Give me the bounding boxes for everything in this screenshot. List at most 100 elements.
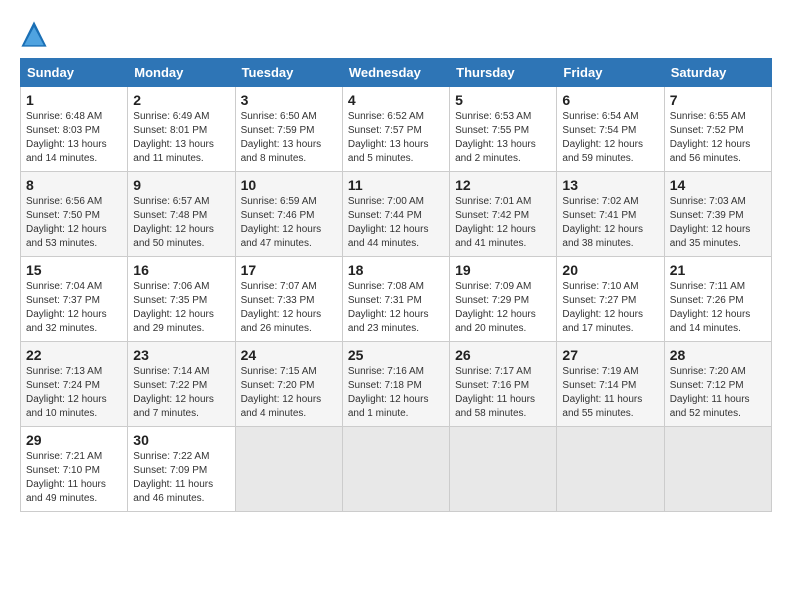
day-number: 20 <box>562 262 658 278</box>
calendar-day-cell: 2 Sunrise: 6:49 AM Sunset: 8:01 PM Dayli… <box>128 87 235 172</box>
weekday-header: Monday <box>128 59 235 87</box>
calendar-day-cell <box>235 427 342 512</box>
day-info: Sunrise: 6:59 AM Sunset: 7:46 PM Dayligh… <box>241 195 337 251</box>
day-info: Sunrise: 7:17 AM Sunset: 7:16 PM Dayligh… <box>455 365 551 421</box>
day-info: Sunrise: 6:50 AM Sunset: 7:59 PM Dayligh… <box>241 110 337 166</box>
calendar-day-cell: 21 Sunrise: 7:11 AM Sunset: 7:26 PM Dayl… <box>664 257 771 342</box>
day-number: 6 <box>562 92 658 108</box>
calendar-day-cell: 12 Sunrise: 7:01 AM Sunset: 7:42 PM Dayl… <box>450 172 557 257</box>
day-info: Sunrise: 7:08 AM Sunset: 7:31 PM Dayligh… <box>348 280 444 336</box>
calendar-week-row: 29 Sunrise: 7:21 AM Sunset: 7:10 PM Dayl… <box>21 427 772 512</box>
day-number: 13 <box>562 177 658 193</box>
day-number: 25 <box>348 347 444 363</box>
day-number: 19 <box>455 262 551 278</box>
day-info: Sunrise: 7:16 AM Sunset: 7:18 PM Dayligh… <box>348 365 444 421</box>
day-number: 5 <box>455 92 551 108</box>
day-number: 8 <box>26 177 122 193</box>
day-info: Sunrise: 7:03 AM Sunset: 7:39 PM Dayligh… <box>670 195 766 251</box>
calendar-day-cell <box>450 427 557 512</box>
calendar-week-row: 22 Sunrise: 7:13 AM Sunset: 7:24 PM Dayl… <box>21 342 772 427</box>
day-number: 17 <box>241 262 337 278</box>
calendar-day-cell: 25 Sunrise: 7:16 AM Sunset: 7:18 PM Dayl… <box>342 342 449 427</box>
day-number: 26 <box>455 347 551 363</box>
day-number: 21 <box>670 262 766 278</box>
day-info: Sunrise: 7:07 AM Sunset: 7:33 PM Dayligh… <box>241 280 337 336</box>
day-info: Sunrise: 7:00 AM Sunset: 7:44 PM Dayligh… <box>348 195 444 251</box>
weekday-header: Thursday <box>450 59 557 87</box>
calendar-day-cell: 10 Sunrise: 6:59 AM Sunset: 7:46 PM Dayl… <box>235 172 342 257</box>
calendar-day-cell: 28 Sunrise: 7:20 AM Sunset: 7:12 PM Dayl… <box>664 342 771 427</box>
calendar-day-cell: 3 Sunrise: 6:50 AM Sunset: 7:59 PM Dayli… <box>235 87 342 172</box>
calendar-day-cell: 8 Sunrise: 6:56 AM Sunset: 7:50 PM Dayli… <box>21 172 128 257</box>
day-number: 30 <box>133 432 229 448</box>
day-number: 9 <box>133 177 229 193</box>
calendar-day-cell: 9 Sunrise: 6:57 AM Sunset: 7:48 PM Dayli… <box>128 172 235 257</box>
day-number: 18 <box>348 262 444 278</box>
day-info: Sunrise: 6:53 AM Sunset: 7:55 PM Dayligh… <box>455 110 551 166</box>
day-info: Sunrise: 7:21 AM Sunset: 7:10 PM Dayligh… <box>26 450 122 506</box>
weekday-header: Friday <box>557 59 664 87</box>
calendar-day-cell <box>342 427 449 512</box>
day-number: 24 <box>241 347 337 363</box>
calendar-day-cell: 6 Sunrise: 6:54 AM Sunset: 7:54 PM Dayli… <box>557 87 664 172</box>
calendar-day-cell: 29 Sunrise: 7:21 AM Sunset: 7:10 PM Dayl… <box>21 427 128 512</box>
calendar-week-row: 8 Sunrise: 6:56 AM Sunset: 7:50 PM Dayli… <box>21 172 772 257</box>
calendar-day-cell <box>557 427 664 512</box>
day-info: Sunrise: 7:02 AM Sunset: 7:41 PM Dayligh… <box>562 195 658 251</box>
calendar-day-cell: 1 Sunrise: 6:48 AM Sunset: 8:03 PM Dayli… <box>21 87 128 172</box>
day-number: 16 <box>133 262 229 278</box>
day-number: 4 <box>348 92 444 108</box>
calendar-day-cell: 7 Sunrise: 6:55 AM Sunset: 7:52 PM Dayli… <box>664 87 771 172</box>
day-number: 10 <box>241 177 337 193</box>
day-number: 3 <box>241 92 337 108</box>
weekday-header: Wednesday <box>342 59 449 87</box>
day-info: Sunrise: 6:52 AM Sunset: 7:57 PM Dayligh… <box>348 110 444 166</box>
day-info: Sunrise: 7:06 AM Sunset: 7:35 PM Dayligh… <box>133 280 229 336</box>
calendar-day-cell: 13 Sunrise: 7:02 AM Sunset: 7:41 PM Dayl… <box>557 172 664 257</box>
day-info: Sunrise: 6:48 AM Sunset: 8:03 PM Dayligh… <box>26 110 122 166</box>
weekday-header: Saturday <box>664 59 771 87</box>
day-info: Sunrise: 7:11 AM Sunset: 7:26 PM Dayligh… <box>670 280 766 336</box>
day-info: Sunrise: 6:57 AM Sunset: 7:48 PM Dayligh… <box>133 195 229 251</box>
calendar-week-row: 1 Sunrise: 6:48 AM Sunset: 8:03 PM Dayli… <box>21 87 772 172</box>
calendar-day-cell: 23 Sunrise: 7:14 AM Sunset: 7:22 PM Dayl… <box>128 342 235 427</box>
day-number: 14 <box>670 177 766 193</box>
day-info: Sunrise: 7:13 AM Sunset: 7:24 PM Dayligh… <box>26 365 122 421</box>
day-info: Sunrise: 7:14 AM Sunset: 7:22 PM Dayligh… <box>133 365 229 421</box>
day-info: Sunrise: 6:56 AM Sunset: 7:50 PM Dayligh… <box>26 195 122 251</box>
day-info: Sunrise: 6:49 AM Sunset: 8:01 PM Dayligh… <box>133 110 229 166</box>
calendar-week-row: 15 Sunrise: 7:04 AM Sunset: 7:37 PM Dayl… <box>21 257 772 342</box>
day-number: 29 <box>26 432 122 448</box>
calendar-day-cell: 14 Sunrise: 7:03 AM Sunset: 7:39 PM Dayl… <box>664 172 771 257</box>
calendar-day-cell: 24 Sunrise: 7:15 AM Sunset: 7:20 PM Dayl… <box>235 342 342 427</box>
calendar-day-cell: 11 Sunrise: 7:00 AM Sunset: 7:44 PM Dayl… <box>342 172 449 257</box>
day-info: Sunrise: 6:54 AM Sunset: 7:54 PM Dayligh… <box>562 110 658 166</box>
day-number: 22 <box>26 347 122 363</box>
calendar-day-cell: 20 Sunrise: 7:10 AM Sunset: 7:27 PM Dayl… <box>557 257 664 342</box>
day-number: 28 <box>670 347 766 363</box>
calendar-day-cell: 18 Sunrise: 7:08 AM Sunset: 7:31 PM Dayl… <box>342 257 449 342</box>
day-info: Sunrise: 7:09 AM Sunset: 7:29 PM Dayligh… <box>455 280 551 336</box>
calendar-day-cell: 5 Sunrise: 6:53 AM Sunset: 7:55 PM Dayli… <box>450 87 557 172</box>
day-number: 7 <box>670 92 766 108</box>
day-number: 2 <box>133 92 229 108</box>
day-info: Sunrise: 7:20 AM Sunset: 7:12 PM Dayligh… <box>670 365 766 421</box>
page-header <box>20 20 772 48</box>
calendar-day-cell: 26 Sunrise: 7:17 AM Sunset: 7:16 PM Dayl… <box>450 342 557 427</box>
logo <box>20 20 50 48</box>
calendar-day-cell: 22 Sunrise: 7:13 AM Sunset: 7:24 PM Dayl… <box>21 342 128 427</box>
calendar-day-cell: 4 Sunrise: 6:52 AM Sunset: 7:57 PM Dayli… <box>342 87 449 172</box>
day-number: 1 <box>26 92 122 108</box>
calendar-day-cell: 27 Sunrise: 7:19 AM Sunset: 7:14 PM Dayl… <box>557 342 664 427</box>
logo-icon <box>20 20 48 48</box>
day-info: Sunrise: 6:55 AM Sunset: 7:52 PM Dayligh… <box>670 110 766 166</box>
calendar-table: SundayMondayTuesdayWednesdayThursdayFrid… <box>20 58 772 512</box>
day-number: 23 <box>133 347 229 363</box>
calendar-day-cell: 17 Sunrise: 7:07 AM Sunset: 7:33 PM Dayl… <box>235 257 342 342</box>
day-info: Sunrise: 7:01 AM Sunset: 7:42 PM Dayligh… <box>455 195 551 251</box>
day-number: 27 <box>562 347 658 363</box>
calendar-day-cell <box>664 427 771 512</box>
calendar-day-cell: 15 Sunrise: 7:04 AM Sunset: 7:37 PM Dayl… <box>21 257 128 342</box>
day-number: 15 <box>26 262 122 278</box>
day-info: Sunrise: 7:19 AM Sunset: 7:14 PM Dayligh… <box>562 365 658 421</box>
